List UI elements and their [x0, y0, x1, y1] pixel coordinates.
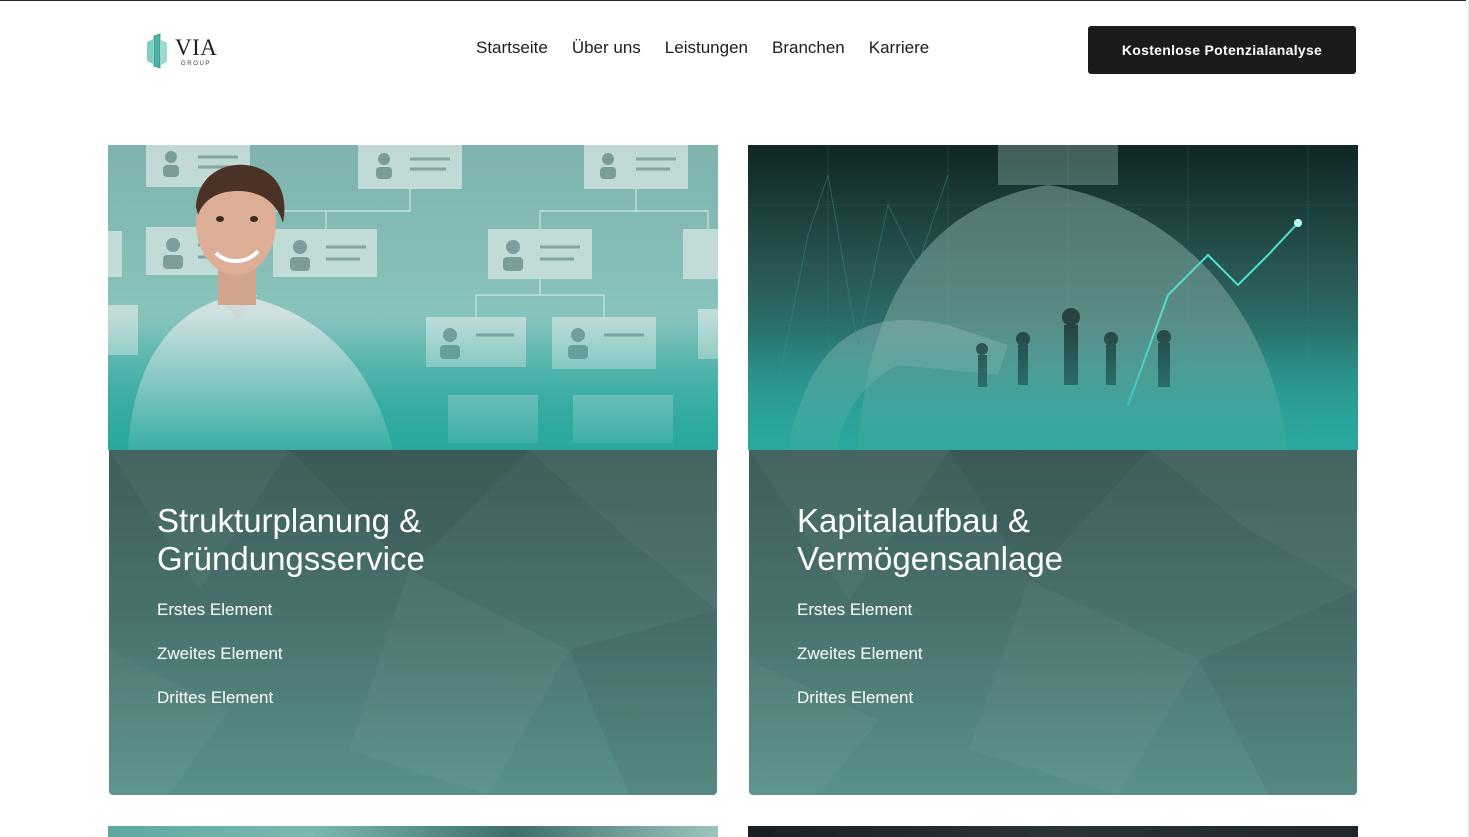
nav-item-branchen[interactable]: Branchen: [772, 38, 845, 58]
nav-item-ueber-uns[interactable]: Über uns: [572, 38, 641, 58]
card-body: Strukturplanung & Gründungsservice Erste…: [109, 450, 717, 795]
logo-mark-icon: [147, 33, 167, 69]
nav-item-leistungen[interactable]: Leistungen: [665, 38, 748, 58]
main-nav: Startseite Über uns Leistungen Branchen …: [476, 38, 953, 58]
list-item: Drittes Element: [157, 688, 274, 707]
list-item: Drittes Element: [797, 688, 914, 707]
nav-item-startseite[interactable]: Startseite: [476, 38, 548, 58]
card-title-line2: Vermögensanlage: [797, 540, 1064, 577]
card-body: Kapitalaufbau & Vermögensanlage Erstes E…: [749, 450, 1357, 795]
card-image-org-chart: [108, 145, 718, 450]
service-card-strukturplanung[interactable]: Strukturplanung & Gründungsservice Erste…: [108, 145, 718, 795]
service-card-kapitalaufbau[interactable]: Kapitalaufbau & Vermögensanlage Erstes E…: [748, 145, 1358, 795]
brand-subtitle: GROUP: [181, 60, 212, 67]
list-item: Erstes Element: [157, 600, 273, 619]
brand-name: VIA: [175, 34, 218, 60]
card-title: Kapitalaufbau & Vermögensanlage: [797, 502, 1217, 578]
card-image-chess-growth: [748, 145, 1358, 450]
card-title-line1: Strukturplanung &: [157, 502, 422, 539]
card-title: Strukturplanung & Gründungsservice: [157, 502, 577, 578]
cta-button[interactable]: Kostenlose Potenzialanalyse: [1088, 26, 1356, 74]
next-card-image-peek: [748, 826, 1358, 837]
site-header: VIA GROUP Startseite Über uns Leistungen…: [0, 0, 1469, 100]
next-card-image-peek: [108, 826, 718, 837]
card-title-line2: Gründungsservice: [157, 540, 425, 577]
list-item: Zweites Element: [157, 644, 283, 663]
list-item: Zweites Element: [797, 644, 923, 663]
list-item: Erstes Element: [797, 600, 913, 619]
card-title-line1: Kapitalaufbau &: [797, 502, 1031, 539]
nav-item-karriere[interactable]: Karriere: [869, 38, 929, 58]
brand-logo[interactable]: VIA GROUP: [143, 31, 217, 71]
